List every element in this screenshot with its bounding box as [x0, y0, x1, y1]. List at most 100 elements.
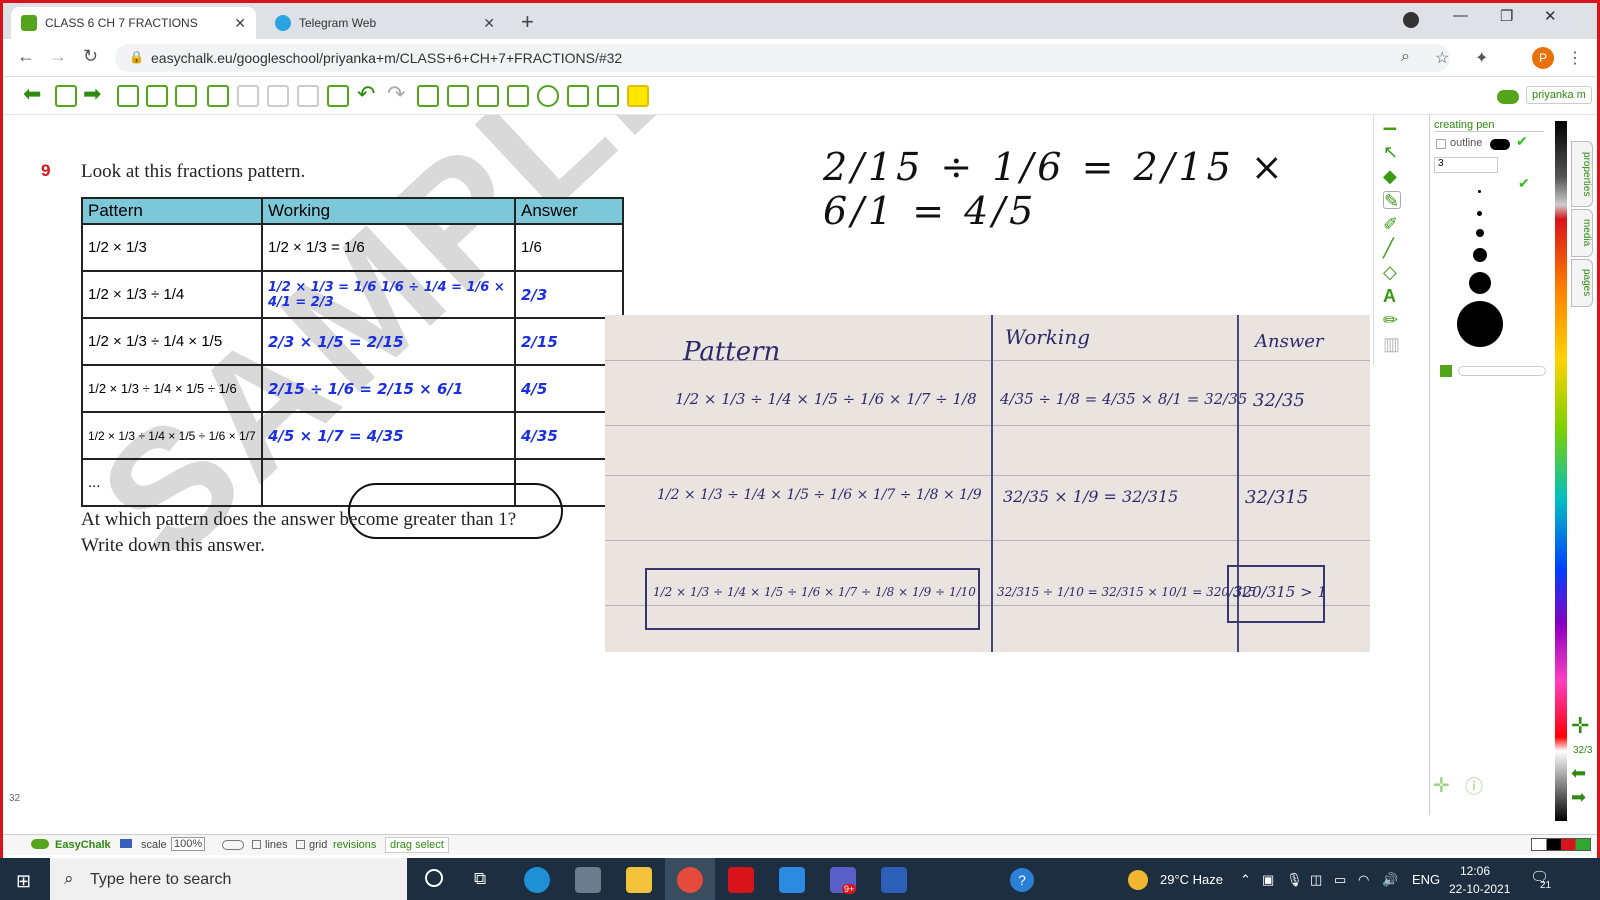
tray-chevron-icon[interactable]: ⌃ [1240, 872, 1251, 888]
size-option[interactable] [1469, 272, 1491, 294]
file-explorer-icon[interactable] [626, 867, 652, 893]
size-input[interactable]: 3 [1434, 157, 1498, 173]
tab-pages[interactable]: pages [1571, 259, 1593, 307]
windows-start-icon[interactable]: ⊞ [16, 871, 31, 892]
outline-checkbox[interactable] [1436, 139, 1446, 149]
taskbar-search[interactable]: ⌕ Type here to search [50, 858, 407, 900]
eraser-icon[interactable]: ◆ [1383, 167, 1401, 185]
print-icon[interactable] [207, 85, 229, 107]
back-button[interactable]: ← [17, 46, 35, 67]
line-icon[interactable]: ╱ [1383, 239, 1401, 257]
page-list-icon[interactable] [55, 85, 77, 107]
copy-icon[interactable] [297, 85, 319, 107]
chart-icon[interactable] [447, 85, 469, 107]
move-icon[interactable]: ✛ [1433, 773, 1450, 798]
zoom-icon[interactable]: ⌕ [1401, 48, 1410, 66]
weather-text[interactable]: 29°C Haze [1160, 872, 1223, 887]
bookmark-star-icon[interactable]: ☆ [1435, 48, 1449, 68]
image-icon[interactable] [477, 85, 499, 107]
pen-info-icon[interactable]: ✏ [1383, 311, 1401, 329]
settings-icon[interactable] [567, 85, 589, 107]
select-arrow-icon[interactable]: ↖ [1383, 143, 1401, 161]
pen-icon[interactable]: ✎ [1383, 191, 1401, 210]
language-indicator[interactable]: ENG [1412, 872, 1440, 887]
delete-icon[interactable] [237, 85, 259, 107]
reload-button[interactable]: ↻ [83, 46, 98, 67]
table-icon[interactable] [417, 85, 439, 107]
photos-icon[interactable] [779, 867, 805, 893]
close-tab-icon[interactable]: ✕ [234, 15, 246, 32]
add-page-icon[interactable]: ✛ [1571, 713, 1589, 739]
avatar[interactable]: P [1532, 47, 1554, 69]
highlighter-icon[interactable]: ✐ [1383, 215, 1401, 233]
flag-icon[interactable] [120, 839, 132, 848]
trash-icon[interactable]: ▥ [1383, 335, 1401, 353]
forward-button[interactable]: → [49, 46, 67, 67]
clock-time[interactable]: 12:06 [1460, 864, 1490, 878]
revisions-link[interactable]: revisions [333, 839, 376, 851]
tab-class6[interactable]: CLASS 6 CH 7 FRACTIONS ✕ [11, 7, 256, 39]
text-tool-icon[interactable]: A [1383, 287, 1401, 305]
minimize-button[interactable]: — [1453, 7, 1468, 24]
present-icon[interactable] [597, 85, 619, 107]
grip-icon[interactable]: ▪▪▪▪▪ [1383, 121, 1401, 139]
lines-checkbox[interactable] [252, 840, 261, 849]
sticky-note-icon[interactable] [627, 85, 649, 107]
new-tab-button[interactable]: + [521, 9, 534, 35]
close-tab-icon[interactable]: ✕ [483, 15, 495, 32]
mic-icon[interactable]: 🎙 [1286, 872, 1303, 888]
toggle-switch[interactable] [222, 840, 244, 850]
next-page-icon[interactable]: ➡ [83, 81, 105, 106]
tab-telegram[interactable]: Telegram Web ✕ [265, 7, 505, 39]
chrome-icon[interactable] [677, 867, 703, 893]
size-option[interactable] [1478, 190, 1481, 193]
weather-icon[interactable] [1128, 870, 1148, 890]
shapes-icon[interactable] [507, 85, 529, 107]
profile-menu-icon[interactable] [1403, 12, 1419, 28]
word-icon[interactable] [881, 867, 907, 893]
comment-icon[interactable] [537, 85, 559, 107]
cut-icon[interactable] [267, 85, 289, 107]
shapes-tool-icon[interactable]: ◇ [1383, 263, 1401, 281]
size-option[interactable] [1473, 248, 1487, 262]
open-folder-icon[interactable] [146, 85, 168, 107]
battery-icon[interactable]: ▭ [1334, 872, 1346, 888]
grid-checkbox[interactable] [296, 840, 305, 849]
new-document-icon[interactable] [117, 85, 139, 107]
wifi-icon[interactable]: ◠ [1358, 872, 1369, 888]
clock-date[interactable]: 22-10-2021 [1449, 882, 1510, 896]
volume-icon[interactable]: 🔊 [1382, 872, 1398, 888]
whiteboard-canvas[interactable]: SAMPLE 9 Look at this fractions pattern.… [3, 115, 1373, 828]
extensions-icon[interactable]: ✦ [1475, 48, 1488, 68]
meet-icon[interactable]: ▣ [1262, 872, 1274, 888]
info-icon[interactable]: ⓘ [1465, 773, 1483, 799]
redo-icon[interactable]: ↷ [387, 81, 409, 106]
user-name[interactable]: priyanka m [1526, 86, 1592, 104]
page-back-icon[interactable]: ⬅ [1571, 763, 1586, 784]
paste-icon[interactable] [327, 85, 349, 107]
page-forward-icon[interactable]: ➡ [1571, 787, 1586, 808]
drag-select-button[interactable]: drag select [385, 837, 449, 853]
network-icon[interactable]: ◫ [1310, 872, 1322, 888]
maximize-button[interactable]: ❐ [1500, 7, 1513, 25]
cortana-icon[interactable] [425, 869, 443, 887]
size-option[interactable] [1457, 301, 1503, 347]
save-icon[interactable] [175, 85, 197, 107]
tab-properties[interactable]: properties [1571, 141, 1593, 207]
url-field[interactable]: 🔒 easychalk.eu/googleschool/priyanka+m/C… [115, 44, 1450, 72]
color-picker-bar[interactable] [1555, 121, 1567, 821]
kebab-menu-icon[interactable]: ⋮ [1567, 48, 1583, 68]
undo-icon[interactable]: ↶ [357, 81, 379, 106]
tab-media[interactable]: media [1571, 209, 1593, 257]
prev-page-icon[interactable]: ⬅ [23, 81, 45, 106]
edge-icon[interactable] [524, 867, 550, 893]
acrobat-icon[interactable] [728, 867, 754, 893]
camera-icon[interactable] [575, 867, 601, 893]
outline-color-swatch[interactable] [1490, 139, 1510, 150]
task-view-icon[interactable]: ⧉ [474, 869, 486, 889]
help-icon[interactable]: ? [1010, 868, 1034, 892]
close-window-button[interactable]: ✕ [1544, 7, 1557, 25]
size-option[interactable] [1476, 229, 1484, 237]
opacity-slider[interactable] [1458, 366, 1546, 376]
scale-select[interactable]: 100% [171, 837, 206, 851]
